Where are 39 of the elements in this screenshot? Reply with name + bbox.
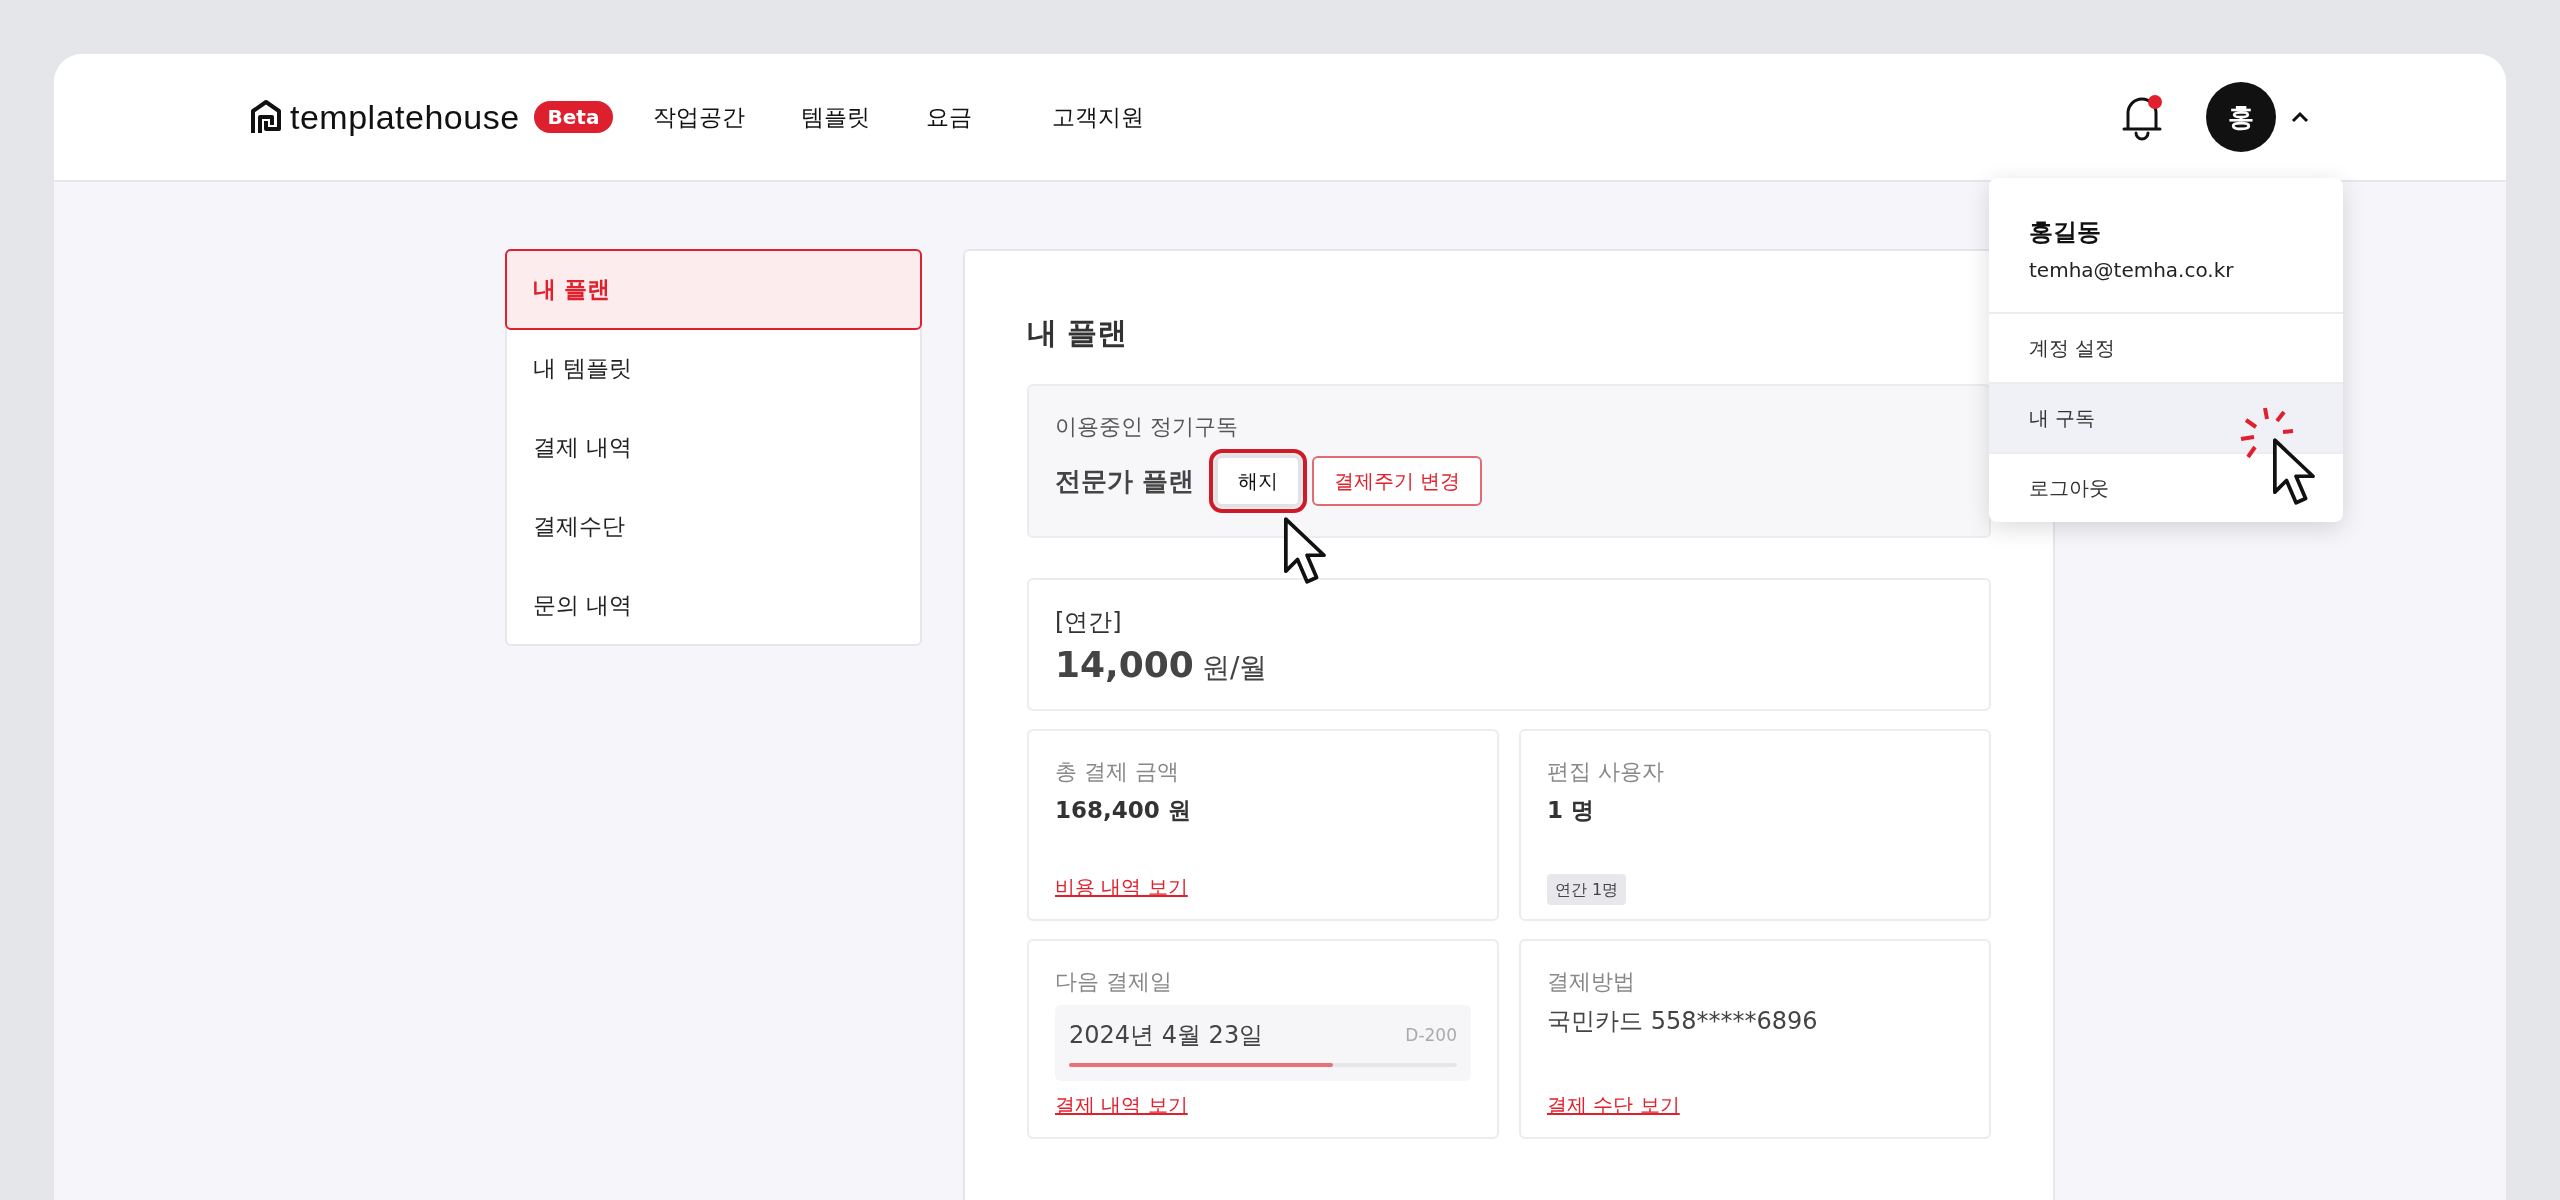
- sidebar-item[interactable]: 결제 내역: [505, 407, 922, 488]
- card-value: 1 명: [1547, 796, 1595, 825]
- nav-link[interactable]: 요금: [926, 101, 973, 133]
- plan-tag: 연간 1명: [1547, 874, 1627, 905]
- menu-item[interactable]: 로그아웃: [1989, 454, 2343, 522]
- plan-name: 전문가 플랜: [1055, 464, 1195, 498]
- caret-icon[interactable]: [2290, 110, 2310, 124]
- card-value: 168,400 원: [1055, 796, 1192, 825]
- user-avatar[interactable]: 홍: [2206, 82, 2276, 152]
- nav-link[interactable]: 고객지원: [1052, 101, 1145, 133]
- card-label: 편집 사용자: [1547, 758, 1665, 786]
- subscription-label: 이용중인 정기구독: [1055, 413, 1239, 441]
- user-email: temha@temha.co.kr: [2029, 258, 2235, 282]
- price-unit: 원/월: [1201, 650, 1268, 686]
- card-value: 국민카드 558*****6896: [1547, 1006, 1819, 1037]
- house-logo-icon: [250, 99, 282, 135]
- countdown-label: D-200: [1405, 1025, 1457, 1045]
- logo-wordmark[interactable]: templatehouse: [290, 97, 520, 137]
- sidebar-item[interactable]: 내 템플릿: [505, 328, 922, 409]
- beta-badge: Beta: [533, 101, 614, 133]
- view-link[interactable]: 결제 수단 보기: [1547, 1093, 1680, 1117]
- view-link[interactable]: 비용 내역 보기: [1055, 875, 1188, 899]
- card-label: 결제방법: [1547, 968, 1636, 996]
- nav-link[interactable]: 템플릿: [801, 101, 871, 133]
- next-payment-date: 2024년 4월 23일: [1069, 1020, 1264, 1051]
- price-amount: 14,000: [1055, 644, 1194, 685]
- notification-bell-icon[interactable]: [2120, 93, 2164, 141]
- change-cycle-button[interactable]: 결제주기 변경: [1312, 456, 1483, 506]
- page-title: 내 플랜: [1027, 314, 1129, 352]
- sidebar-item[interactable]: 결제수단: [505, 486, 922, 567]
- sidebar-item[interactable]: 내 플랜: [505, 249, 922, 330]
- card-label: 다음 결제일: [1055, 968, 1173, 996]
- view-link[interactable]: 결제 내역 보기: [1055, 1093, 1188, 1117]
- billing-period: [연간]: [1055, 607, 1123, 638]
- card-label: 총 결제 금액: [1055, 758, 1180, 786]
- user-name: 홍길동: [2029, 217, 2102, 248]
- nav-link[interactable]: 작업공간: [653, 101, 746, 133]
- sidebar-item[interactable]: 문의 내역: [505, 565, 922, 646]
- menu-item[interactable]: 내 구독: [1989, 384, 2343, 454]
